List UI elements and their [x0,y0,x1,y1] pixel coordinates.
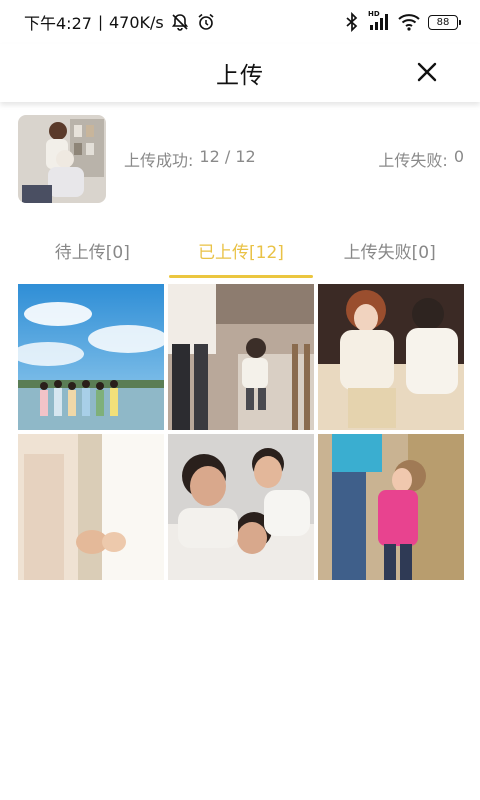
failed-count: 0 [453,147,464,166]
upload-failed-status: 上传失败: 0 [378,147,464,171]
tab-failed-label: 上传失败[0] [343,242,436,263]
tab-pending[interactable]: 待上传[0] [18,222,167,278]
toddler-walking-photo[interactable] [168,284,314,430]
upload-success-status: 上传成功: 12 / 12 [124,147,256,171]
status-right: HD 88 [344,10,461,32]
battery-icon: 88 [428,14,461,30]
tab-pending-label: 待上传[0] [54,242,130,263]
tab-uploaded-label: 已上传[12] [198,242,284,263]
smiling-family-photo[interactable] [168,434,314,580]
close-icon [417,62,437,82]
mother-daughter-sofa-photo[interactable] [318,284,464,430]
title-bar: 上传 [0,44,480,102]
status-time: 下午4:27 [24,14,92,33]
success-label: 上传成功: [124,151,194,170]
mute-notification-icon [170,12,190,32]
tab-failed[interactable]: 上传失败[0] [315,222,464,278]
bluetooth-icon [344,12,360,32]
status-divider: | [97,13,103,31]
page-title: 上传 [216,63,264,89]
beach-girls-photo[interactable] [18,284,164,430]
upload-tabs: 待上传[0] 已上传[12] 上传失败[0] [18,222,464,278]
cellular-signal-icon: HD [368,10,390,31]
wifi-icon [398,13,420,31]
status-bar: 下午4:27 | 470K/s HD 88 [0,0,480,44]
photo-grid [18,284,464,580]
success-count: 12 / 12 [199,147,256,166]
battery-level: 88 [436,16,450,28]
tab-uploaded[interactable]: 已上传[12] [167,222,316,278]
network-speed: 470K/s [109,12,164,32]
failed-label: 上传失败: [378,151,448,170]
holding-hands-photo[interactable] [18,434,164,580]
upload-summary: 上传成功: 12 / 12 上传失败: 0 [18,115,464,203]
hd-label: HD [368,10,380,18]
kiss-child-field-photo[interactable] [318,434,464,580]
upload-thumbnail [18,115,106,203]
close-button[interactable] [414,59,440,85]
status-left: 下午4:27 | 470K/s [24,10,216,34]
alarm-clock-icon [196,12,216,32]
